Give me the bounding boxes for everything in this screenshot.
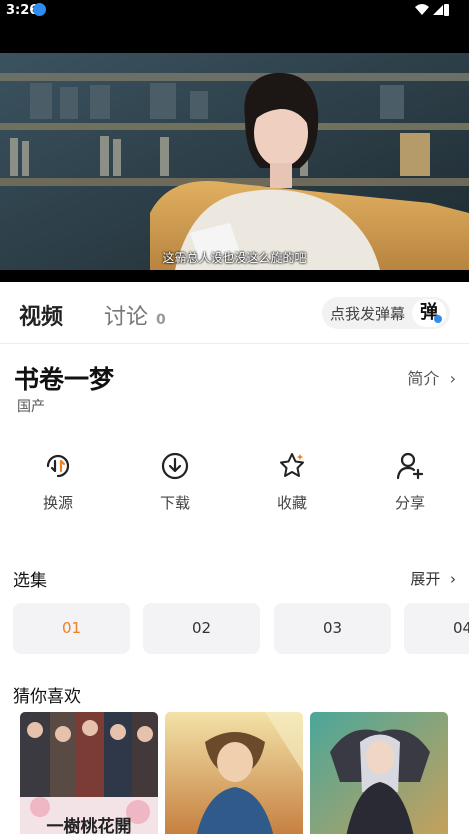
recommendation-poster[interactable]: [165, 712, 303, 834]
download-label: 下载: [159, 494, 190, 512]
danmaku-input[interactable]: 点我发弹幕: [330, 303, 405, 324]
chevron-right-icon: ›: [445, 570, 456, 588]
video-still-image: [0, 53, 469, 270]
video-player[interactable]: 这霸总人设也没这么旋的吧: [0, 22, 469, 282]
content-tabs: 视频 讨论 0 点我发弹幕 弹: [0, 282, 469, 344]
video-frame[interactable]: 这霸总人设也没这么旋的吧: [0, 53, 469, 270]
intro-label: 简介: [407, 369, 440, 388]
episode-list: 01 02 03 04: [13, 603, 469, 655]
share-button[interactable]: 分享: [370, 450, 450, 513]
episodes-section-title: 选集: [13, 571, 47, 591]
danmaku-input-box[interactable]: 点我发弹幕 弹: [322, 297, 450, 329]
notification-app-icon: [33, 3, 46, 16]
recommendation-list: 一樹桃花開: [20, 712, 469, 834]
wifi-battery-icon: [415, 4, 449, 16]
switch-source-label: 换源: [42, 494, 73, 512]
share-label: 分享: [394, 494, 425, 512]
tab-discuss[interactable]: 讨论: [104, 299, 148, 331]
download-icon: [161, 452, 189, 480]
download-button[interactable]: 下载: [135, 450, 215, 513]
action-row: 换源 下载 收藏 分享: [0, 450, 469, 530]
discuss-count-badge: 0: [156, 312, 166, 328]
intro-button[interactable]: 简介 ›: [407, 365, 456, 389]
poster-image: [310, 712, 448, 834]
poster-title-text: 一樹桃花開: [46, 817, 132, 834]
poster-image: [165, 712, 303, 834]
episode-chip[interactable]: 03: [274, 603, 391, 654]
add-user-icon: [396, 452, 424, 480]
chevron-right-icon: ›: [444, 369, 456, 388]
show-region: 国产: [17, 399, 45, 415]
tab-video[interactable]: 视频: [19, 299, 63, 331]
danmaku-enabled-dot: [434, 315, 442, 323]
switch-source-icon: [46, 454, 70, 478]
recommendations-section-title: 猜你喜欢: [13, 687, 81, 707]
video-subtitle: 这霸总人设也没这么旋的吧: [162, 251, 307, 265]
episode-chip[interactable]: 04: [404, 603, 469, 654]
show-title: 书卷一梦: [14, 365, 115, 394]
recommendation-poster[interactable]: 一樹桃花開: [20, 712, 158, 834]
favorite-button[interactable]: 收藏: [252, 450, 332, 513]
episode-chip[interactable]: 01: [13, 603, 130, 654]
expand-label: 展开: [410, 570, 441, 588]
status-bar: 3:26: [0, 0, 469, 22]
switch-source-button[interactable]: 换源: [18, 450, 98, 513]
danmaku-toggle-button[interactable]: 弹: [412, 299, 446, 327]
recommendation-poster[interactable]: [310, 712, 448, 834]
episode-chip[interactable]: 02: [143, 603, 260, 654]
favorite-label: 收藏: [276, 494, 307, 512]
star-icon: [280, 453, 304, 477]
expand-episodes-button[interactable]: 展开 ›: [410, 568, 456, 589]
